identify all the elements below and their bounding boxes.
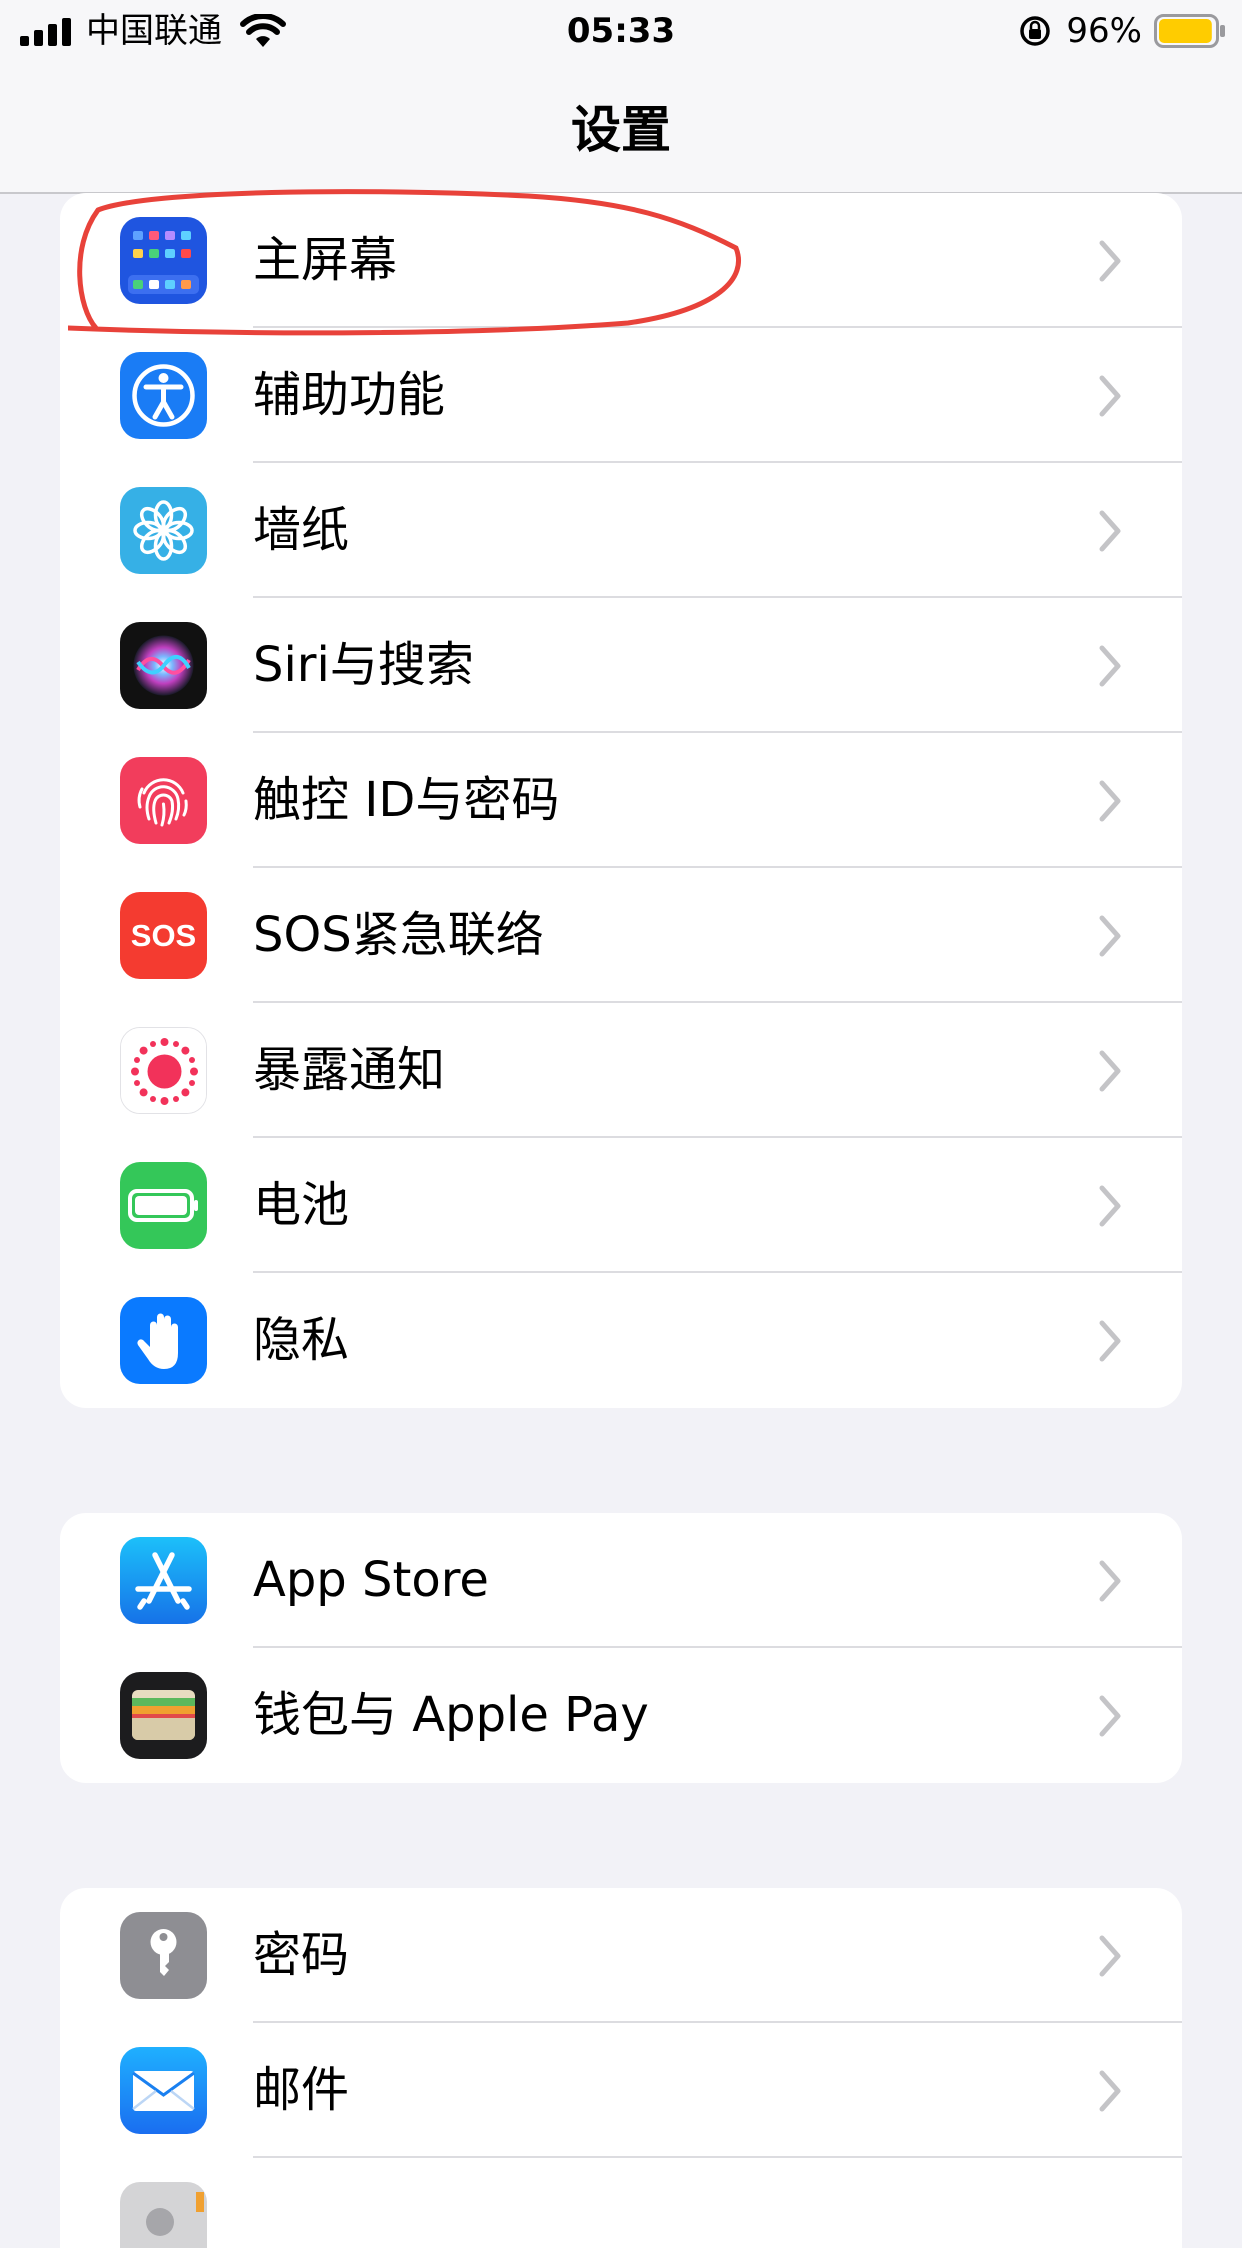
navigation-bar: 设置 <box>0 62 1242 194</box>
settings-row-label: 电池 <box>253 1177 350 1233</box>
chevron-right-icon <box>1099 1560 1121 1602</box>
settings-row-label: 辅助功能 <box>253 367 446 423</box>
settings-row-label: 密码 <box>253 1927 350 1983</box>
clock: 05:33 <box>566 11 676 51</box>
page-title: 设置 <box>571 101 671 159</box>
key-icon <box>120 1912 207 1999</box>
settings-row-battery[interactable]: 电池 <box>60 1138 1182 1273</box>
settings-row-label: 触控 ID与密码 <box>253 772 560 828</box>
settings-group-3: 密码 邮件 <box>60 1888 1182 2248</box>
orientation-lock-icon <box>1020 16 1050 46</box>
settings-row-label: 暴露通知 <box>253 1042 446 1098</box>
chevron-right-icon <box>1099 2070 1121 2112</box>
mail-icon <box>120 2047 207 2134</box>
chevron-right-icon <box>1099 780 1121 822</box>
contacts-icon <box>120 2182 207 2248</box>
status-bar: 中国联通 05:33 96% <box>0 0 1242 62</box>
chevron-right-icon <box>1099 375 1121 417</box>
chevron-right-icon <box>1099 1320 1121 1362</box>
exposure-notification-icon <box>120 1027 207 1114</box>
chevron-right-icon <box>1099 1050 1121 1092</box>
chevron-right-icon <box>1099 240 1121 282</box>
home-screen-icon <box>120 217 207 304</box>
siri-icon <box>120 622 207 709</box>
settings-row-privacy[interactable]: 隐私 <box>60 1273 1182 1408</box>
settings-row-wallet[interactable]: 钱包与 Apple Pay <box>60 1648 1182 1783</box>
settings-row-exposure-notifications[interactable]: 暴露通知 <box>60 1003 1182 1138</box>
wallpaper-flower-icon <box>120 487 207 574</box>
settings-row-label: Siri与搜索 <box>253 637 474 693</box>
accessibility-icon <box>120 352 207 439</box>
battery-icon <box>120 1162 207 1249</box>
sos-icon-text: SOS <box>130 918 197 953</box>
settings-row-home-screen[interactable]: 主屏幕 <box>60 193 1182 328</box>
battery-icon <box>1154 14 1225 48</box>
settings-row-app-store[interactable]: App Store <box>60 1513 1182 1648</box>
settings-row-label: 隐私 <box>253 1312 350 1368</box>
app-store-icon <box>120 1537 207 1624</box>
settings-row-wallpaper[interactable]: 墙纸 <box>60 463 1182 598</box>
chevron-right-icon <box>1099 510 1121 552</box>
settings-row-label: SOS紧急联络 <box>253 907 544 963</box>
chevron-right-icon <box>1099 1935 1121 1977</box>
privacy-hand-icon <box>120 1297 207 1384</box>
settings-group-2: App Store 钱包与 Apple Pay <box>60 1513 1182 1783</box>
settings-row-label: 钱包与 Apple Pay <box>253 1687 649 1743</box>
settings-row-label: 邮件 <box>253 2062 350 2118</box>
chevron-right-icon <box>1099 645 1121 687</box>
fingerprint-icon <box>120 757 207 844</box>
settings-row-label: 主屏幕 <box>253 232 398 288</box>
settings-row-accessibility[interactable]: 辅助功能 <box>60 328 1182 463</box>
settings-row-label: App Store <box>253 1552 489 1608</box>
wallet-icon <box>120 1672 207 1759</box>
settings-row-contacts[interactable] <box>60 2158 1182 2248</box>
battery-percentage: 96% <box>1066 11 1142 51</box>
settings-row-siri[interactable]: Siri与搜索 <box>60 598 1182 733</box>
sos-icon: SOS <box>120 892 207 979</box>
settings-row-mail[interactable]: 邮件 <box>60 2023 1182 2158</box>
chevron-right-icon <box>1099 915 1121 957</box>
chevron-right-icon <box>1099 1185 1121 1227</box>
settings-row-touch-id[interactable]: 触控 ID与密码 <box>60 733 1182 868</box>
settings-row-passwords[interactable]: 密码 <box>60 1888 1182 2023</box>
chevron-right-icon <box>1099 1695 1121 1737</box>
settings-group-1: 主屏幕 辅助功能 墙纸 Siri与搜索 触控 ID与密码 SOS SOS紧急联络… <box>60 193 1182 1408</box>
settings-row-label: 墙纸 <box>253 502 350 558</box>
settings-row-emergency-sos[interactable]: SOS SOS紧急联络 <box>60 868 1182 1003</box>
